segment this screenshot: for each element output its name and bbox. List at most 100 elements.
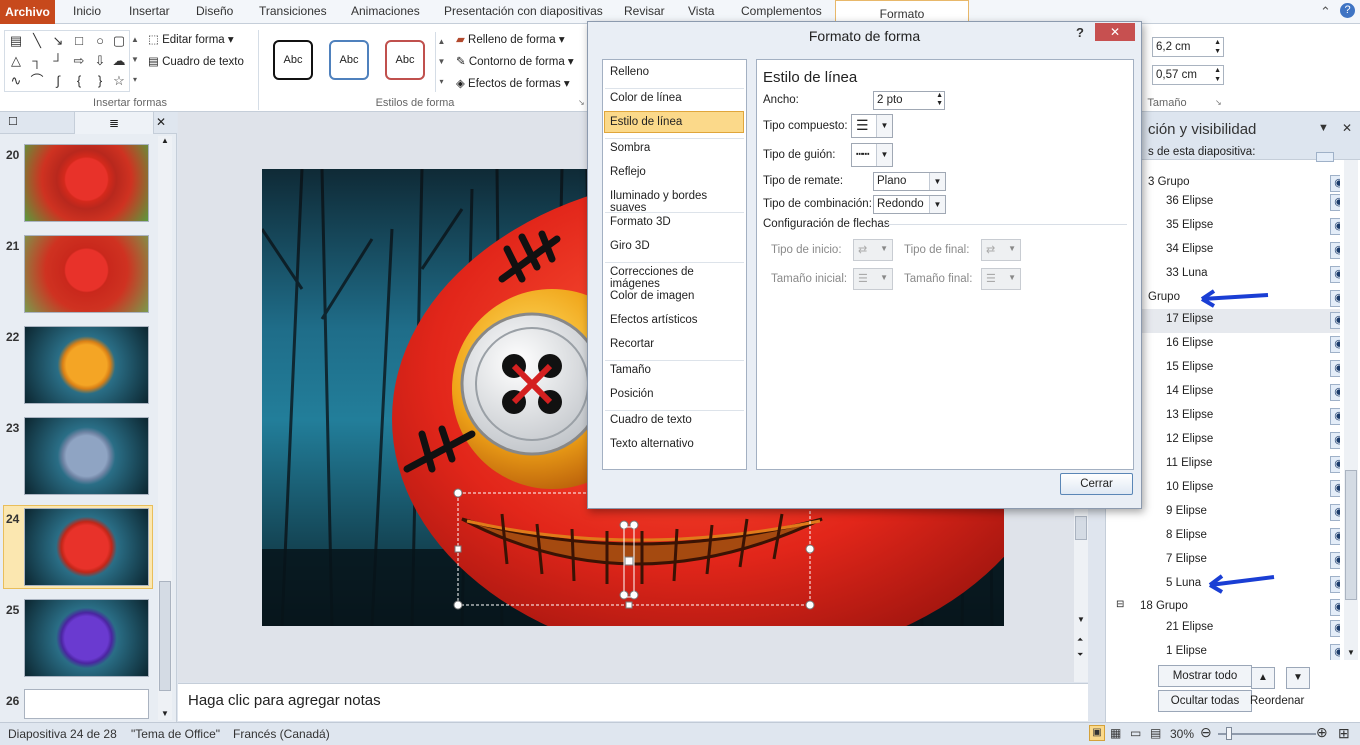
slide-thumbnail-25[interactable]: [24, 599, 149, 677]
slide-thumbnail-20[interactable]: [24, 144, 149, 222]
eye-icon[interactable]: ◉: [1330, 552, 1340, 569]
scroll-down-icon[interactable]: ▼: [161, 709, 169, 718]
next-slide-icon[interactable]: ⏷: [1077, 650, 1083, 660]
slide-thumbnail-22[interactable]: [24, 326, 149, 404]
shape-style-black[interactable]: Abc: [273, 40, 313, 80]
scroll-up-icon[interactable]: ▲: [161, 136, 169, 145]
category-item[interactable]: Giro 3D: [610, 240, 650, 252]
slide-thumbnail-21[interactable]: [24, 235, 149, 313]
arrow-line-shape-icon[interactable]: ↘: [50, 34, 66, 48]
tab-insertar[interactable]: Insertar: [129, 4, 170, 18]
category-item[interactable]: Formato 3D: [610, 216, 671, 228]
ocultar-todas-button[interactable]: Ocultar todas: [1158, 690, 1252, 712]
status-theme[interactable]: "Tema de Office": [131, 727, 220, 741]
tab-animaciones[interactable]: Animaciones: [351, 4, 420, 18]
slide-thumbnail-24[interactable]: [24, 508, 149, 586]
category-item[interactable]: Estilo de línea: [610, 116, 682, 128]
eye-icon[interactable]: ◉: [1330, 644, 1340, 660]
category-item[interactable]: Tamaño: [610, 364, 651, 376]
eye-icon[interactable]: ◉: [1330, 456, 1340, 473]
tab-complementos[interactable]: Complementos: [741, 4, 822, 18]
combinacion-dropdown[interactable]: Redondo ▼: [873, 195, 946, 214]
brace-right-icon[interactable]: }: [92, 74, 108, 88]
tab-archivo[interactable]: Archivo: [0, 0, 55, 24]
zoom-slider-thumb[interactable]: [1226, 727, 1232, 740]
eye-icon[interactable]: ◉: [1330, 266, 1340, 283]
slide-thumbnail-26[interactable]: [24, 689, 149, 719]
tab-presentacion[interactable]: Presentación con diapositivas: [444, 4, 603, 18]
outline-tab-icon[interactable]: ≣: [74, 112, 154, 134]
cuadro-texto-button[interactable]: ▤ Cuadro de texto: [148, 54, 244, 68]
shape-style-blue[interactable]: Abc: [329, 40, 369, 80]
eye-icon[interactable]: ◉: [1330, 599, 1340, 616]
eye-icon[interactable]: ◉: [1330, 432, 1340, 449]
pane-scroll-thumb[interactable]: [1345, 470, 1357, 600]
fit-slide-icon[interactable]: ⊞: [1338, 725, 1350, 742]
shapes-gallery[interactable]: ▤ ╲ ↘ □ ○ ▢ △ ┐ ┘ ⇨ ⇩ ☁ ∿ ⌒ ∫ { } ☆: [4, 30, 130, 92]
slide-thumbnail-23[interactable]: [24, 417, 149, 495]
slideshow-view-icon[interactable]: ▤: [1150, 726, 1161, 740]
tipo-inicio-dropdown[interactable]: ⇄ ▼: [853, 239, 893, 261]
height-input[interactable]: 6,2 cm ▲ ▼: [1152, 37, 1224, 57]
eye-icon[interactable]: ◉: [1330, 218, 1340, 235]
tab-revisar[interactable]: Revisar: [624, 4, 665, 18]
tab-diseno[interactable]: Diseño: [196, 4, 233, 18]
right-arrow-shape-icon[interactable]: ⇨: [71, 54, 87, 68]
star-shape-icon[interactable]: ☆: [111, 74, 127, 88]
eye-icon[interactable]: ◉: [1330, 175, 1340, 192]
sorter-view-icon[interactable]: ▦: [1110, 726, 1121, 740]
tamano-final-dropdown[interactable]: ☰ ▼: [981, 268, 1021, 290]
tab-transiciones[interactable]: Transiciones: [259, 4, 327, 18]
pane-list-item[interactable]: 35 Elipse ◉: [1112, 215, 1340, 239]
elbow-arrow-icon[interactable]: ┘: [50, 54, 66, 68]
category-item[interactable]: Recortar: [610, 338, 654, 350]
eye-icon[interactable]: ◉: [1330, 242, 1340, 259]
zoom-out-icon[interactable]: ⊖: [1200, 724, 1212, 741]
ancho-input[interactable]: 2 pto ▲ ▼: [873, 91, 945, 110]
compuesto-dropdown[interactable]: ☰ ▼: [851, 114, 893, 138]
eye-icon[interactable]: ◉: [1330, 528, 1340, 545]
brace-left-icon[interactable]: {: [71, 74, 87, 88]
size-dialog-launcher-icon[interactable]: ↘: [1215, 98, 1222, 107]
category-item[interactable]: Color de línea: [610, 92, 682, 104]
eye-icon[interactable]: ◉: [1330, 480, 1340, 497]
arc-shape-icon[interactable]: ⌒: [29, 74, 45, 88]
category-item[interactable]: Sombra: [610, 142, 650, 154]
category-item[interactable]: Efectos artísticos: [610, 314, 698, 326]
textbox-shape-icon[interactable]: ▤: [8, 34, 24, 48]
eye-icon[interactable]: ◉: [1330, 576, 1340, 593]
zoom-level[interactable]: 30%: [1170, 727, 1194, 741]
rounded-rect-shape-icon[interactable]: ▢: [111, 34, 127, 48]
contorno-forma-button[interactable]: ✎ Contorno de forma ▾: [456, 54, 574, 68]
zoom-in-icon[interactable]: ⊕: [1316, 724, 1328, 741]
close-panel-icon[interactable]: ✕: [156, 115, 166, 129]
category-item[interactable]: Texto alternativo: [610, 438, 694, 450]
editar-forma-button[interactable]: ⬚ Editar forma ▾: [148, 32, 234, 46]
zoom-slider[interactable]: [1218, 733, 1316, 735]
shape-style-red[interactable]: Abc: [385, 40, 425, 80]
pane-list-item[interactable]: 36 Elipse ◉: [1112, 191, 1340, 215]
curve-shape-icon[interactable]: ∿: [8, 74, 24, 88]
slides-tab-icon[interactable]: ☐: [8, 115, 18, 128]
eye-icon[interactable]: ◉: [1330, 336, 1340, 353]
eye-icon[interactable]: ◉: [1330, 312, 1340, 329]
remate-dropdown[interactable]: Plano ▼: [873, 172, 946, 191]
freeform-shape-icon[interactable]: ∫: [50, 74, 66, 88]
eye-icon-partial[interactable]: [1316, 152, 1334, 162]
elbow-connector-icon[interactable]: ┐: [29, 54, 45, 68]
scroll-thumb[interactable]: [159, 581, 171, 691]
move-down-icon[interactable]: ▼: [1286, 667, 1310, 689]
width-spinner-icon[interactable]: ▲ ▼: [1214, 66, 1221, 84]
normal-view-icon[interactable]: ▣: [1089, 725, 1105, 741]
mostrar-todo-button[interactable]: Mostrar todo: [1158, 665, 1252, 687]
shapes-gallery-scroll-icon[interactable]: ▲ ▼ ▾: [130, 30, 140, 92]
pane-scrollbar[interactable]: ▼: [1344, 160, 1358, 660]
eye-icon[interactable]: ◉: [1330, 504, 1340, 521]
pane-close-icon[interactable]: ✕: [1342, 121, 1352, 135]
category-item[interactable]: Reflejo: [610, 166, 646, 178]
thumbnail-scrollbar[interactable]: ▲ ▼: [158, 136, 172, 720]
styles-gallery-scroll-icon[interactable]: ▲ ▼ ▾: [435, 32, 447, 92]
ancho-spinner-icon[interactable]: ▲ ▼: [936, 92, 943, 108]
dialog-launcher-icon[interactable]: ↘: [578, 98, 585, 107]
canvas-scroll-thumb[interactable]: [1075, 516, 1087, 540]
